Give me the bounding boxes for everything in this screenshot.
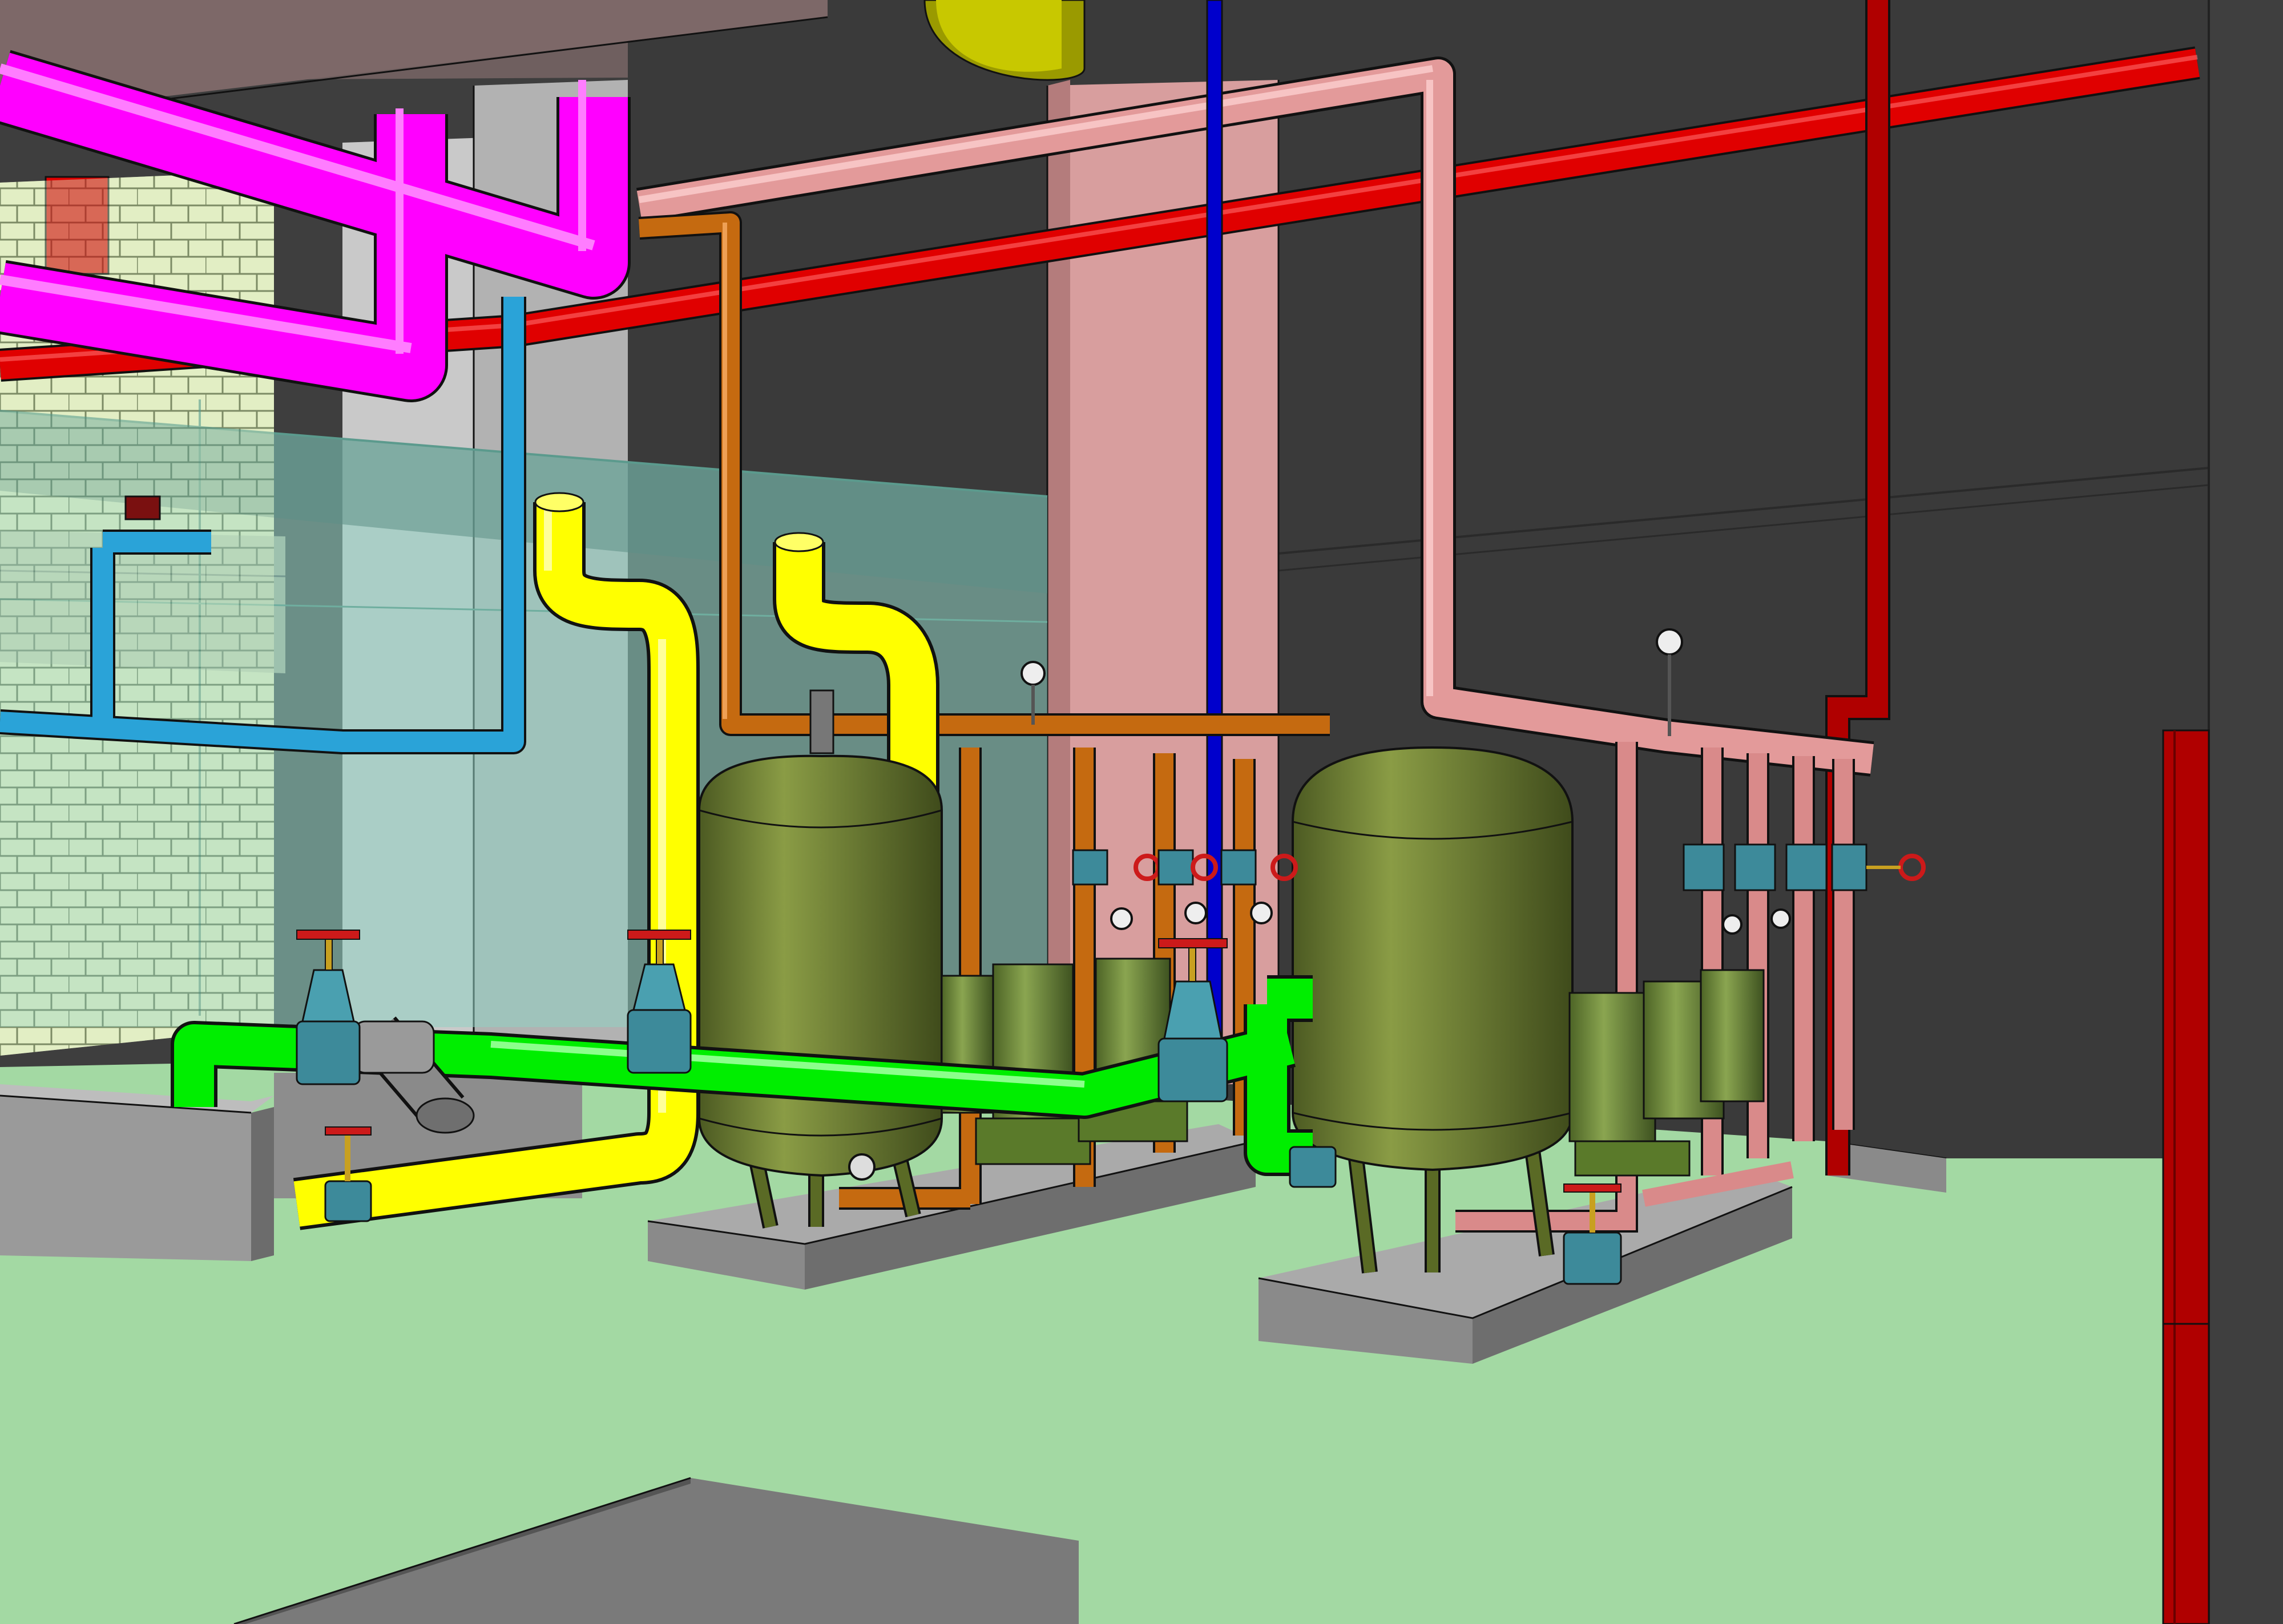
pressure-gauge xyxy=(1722,914,1742,935)
pressure-gauge xyxy=(1110,907,1133,930)
pressure-gauge xyxy=(1184,902,1207,924)
pressure-gauge xyxy=(1770,908,1791,929)
expansion-tank-left xyxy=(698,689,943,1229)
pump xyxy=(1700,969,1765,1102)
model-viewport[interactable] xyxy=(0,0,2283,1624)
bim-scene xyxy=(0,0,2283,1624)
gate-valve xyxy=(1289,1146,1337,1188)
pressure-gauge xyxy=(1250,902,1273,924)
pressure-gauge xyxy=(848,1153,876,1181)
pipe-navy-vertical xyxy=(1206,0,1223,1063)
